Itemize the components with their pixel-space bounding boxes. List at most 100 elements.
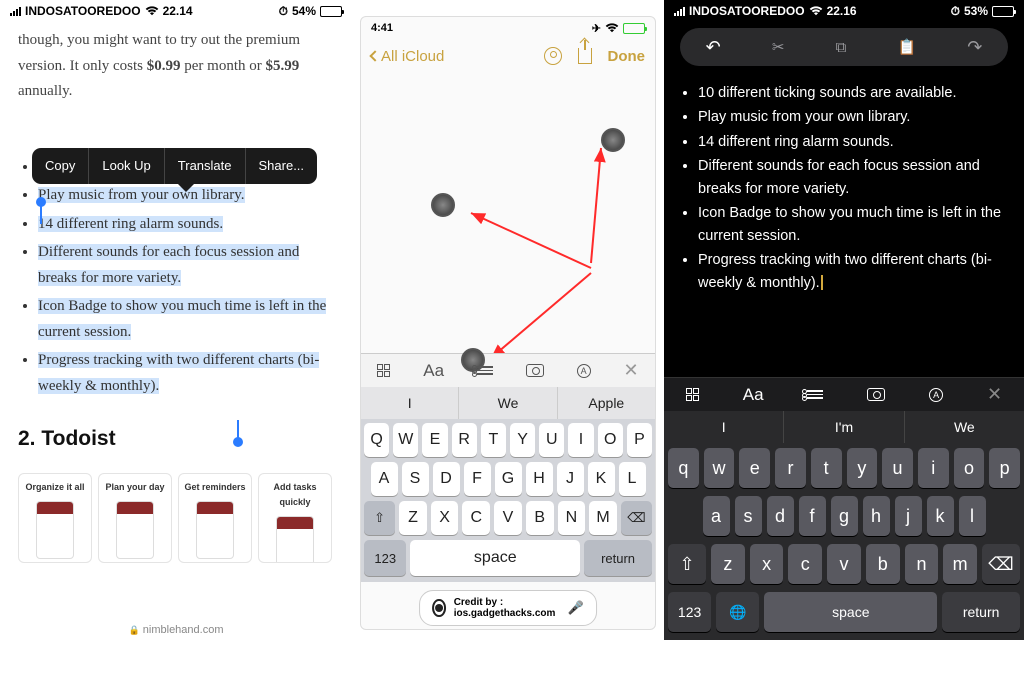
key-j[interactable]: j: [895, 496, 922, 536]
key-q[interactable]: q: [668, 448, 699, 488]
paste-icon[interactable]: 📋: [897, 38, 916, 56]
globe-key[interactable]: 🌐: [716, 592, 759, 632]
return-key[interactable]: return: [942, 592, 1020, 632]
textstyle-button[interactable]: Aa: [743, 385, 764, 405]
key-q[interactable]: Q: [364, 423, 389, 457]
key-f[interactable]: F: [464, 462, 491, 496]
key-d[interactable]: D: [433, 462, 460, 496]
card[interactable]: Plan your day: [98, 473, 172, 563]
key-m[interactable]: m: [943, 544, 977, 584]
table-icon[interactable]: [377, 364, 390, 377]
key-l[interactable]: L: [619, 462, 646, 496]
collaborate-icon[interactable]: [544, 47, 562, 65]
note-canvas[interactable]: [361, 73, 655, 353]
key-c[interactable]: C: [462, 501, 490, 535]
key-l[interactable]: l: [959, 496, 986, 536]
key-g[interactable]: g: [831, 496, 858, 536]
back-button[interactable]: All iCloud: [371, 48, 444, 65]
key-k[interactable]: K: [588, 462, 615, 496]
numeric-key[interactable]: 123: [668, 592, 711, 632]
key-u[interactable]: u: [882, 448, 913, 488]
copy-icon[interactable]: ⧉: [836, 39, 847, 56]
close-icon[interactable]: ✕: [987, 384, 1002, 405]
shift-key[interactable]: ⇧: [364, 501, 395, 535]
selection-end-handle[interactable]: [233, 437, 243, 447]
table-icon[interactable]: [686, 388, 699, 401]
return-key[interactable]: return: [584, 540, 652, 576]
suggestion[interactable]: I'm: [784, 411, 904, 443]
key-y[interactable]: y: [847, 448, 878, 488]
key-y[interactable]: Y: [510, 423, 535, 457]
key-e[interactable]: e: [739, 448, 770, 488]
key-b[interactable]: b: [866, 544, 900, 584]
backspace-key[interactable]: ⌫: [982, 544, 1020, 584]
key-u[interactable]: U: [539, 423, 564, 457]
key-o[interactable]: o: [954, 448, 985, 488]
suggestion[interactable]: Apple: [558, 387, 655, 419]
key-i[interactable]: i: [918, 448, 949, 488]
key-i[interactable]: I: [568, 423, 593, 457]
card[interactable]: Get reminders: [178, 473, 252, 563]
key-e[interactable]: E: [422, 423, 447, 457]
key-n[interactable]: n: [905, 544, 939, 584]
menu-copy[interactable]: Copy: [32, 148, 89, 184]
menu-lookup[interactable]: Look Up: [89, 148, 164, 184]
key-j[interactable]: J: [557, 462, 584, 496]
key-t[interactable]: T: [481, 423, 506, 457]
camera-icon[interactable]: [867, 388, 885, 401]
done-button[interactable]: Done: [608, 48, 646, 65]
key-b[interactable]: B: [526, 501, 554, 535]
key-n[interactable]: N: [558, 501, 586, 535]
key-h[interactable]: H: [526, 462, 553, 496]
suggestion[interactable]: I: [664, 411, 784, 443]
key-g[interactable]: G: [495, 462, 522, 496]
key-r[interactable]: r: [775, 448, 806, 488]
markup-icon[interactable]: A: [577, 364, 591, 378]
key-m[interactable]: M: [589, 501, 617, 535]
cut-icon[interactable]: ✂: [772, 38, 785, 56]
menu-translate[interactable]: Translate: [165, 148, 246, 184]
undo-icon[interactable]: ↶: [706, 37, 721, 58]
key-w[interactable]: w: [704, 448, 735, 488]
checklist-icon[interactable]: [477, 364, 493, 377]
numeric-key[interactable]: 123: [364, 540, 406, 576]
camera-icon[interactable]: [526, 364, 544, 377]
suggestion[interactable]: We: [905, 411, 1024, 443]
space-key[interactable]: space: [764, 592, 937, 632]
redo-icon[interactable]: ↷: [967, 37, 982, 58]
shift-key[interactable]: ⇧: [668, 544, 706, 584]
key-v[interactable]: v: [827, 544, 861, 584]
key-r[interactable]: R: [452, 423, 477, 457]
key-d[interactable]: d: [767, 496, 794, 536]
key-p[interactable]: p: [989, 448, 1020, 488]
menu-share[interactable]: Share...: [246, 148, 318, 184]
key-s[interactable]: S: [402, 462, 429, 496]
key-a[interactable]: a: [703, 496, 730, 536]
key-w[interactable]: W: [393, 423, 418, 457]
share-icon[interactable]: [578, 48, 592, 64]
markup-icon[interactable]: A: [929, 388, 943, 402]
key-t[interactable]: t: [811, 448, 842, 488]
key-c[interactable]: c: [788, 544, 822, 584]
textstyle-button[interactable]: Aa: [423, 361, 444, 381]
key-o[interactable]: O: [598, 423, 623, 457]
key-v[interactable]: V: [494, 501, 522, 535]
suggestion[interactable]: We: [459, 387, 557, 419]
key-a[interactable]: A: [371, 462, 398, 496]
checklist-icon[interactable]: [807, 388, 823, 401]
key-x[interactable]: X: [431, 501, 459, 535]
note-body[interactable]: 10 different ticking sounds are availabl…: [664, 66, 1024, 294]
key-h[interactable]: h: [863, 496, 890, 536]
key-z[interactable]: Z: [399, 501, 427, 535]
key-s[interactable]: s: [735, 496, 762, 536]
close-icon[interactable]: ✕: [623, 360, 638, 381]
key-x[interactable]: x: [750, 544, 784, 584]
card[interactable]: Add tasks quickly: [258, 473, 332, 563]
key-f[interactable]: f: [799, 496, 826, 536]
suggestion[interactable]: I: [361, 387, 459, 419]
key-p[interactable]: P: [627, 423, 652, 457]
space-key[interactable]: space: [410, 540, 580, 576]
backspace-key[interactable]: ⌫: [621, 501, 652, 535]
key-k[interactable]: k: [927, 496, 954, 536]
card[interactable]: Organize it all: [18, 473, 92, 563]
